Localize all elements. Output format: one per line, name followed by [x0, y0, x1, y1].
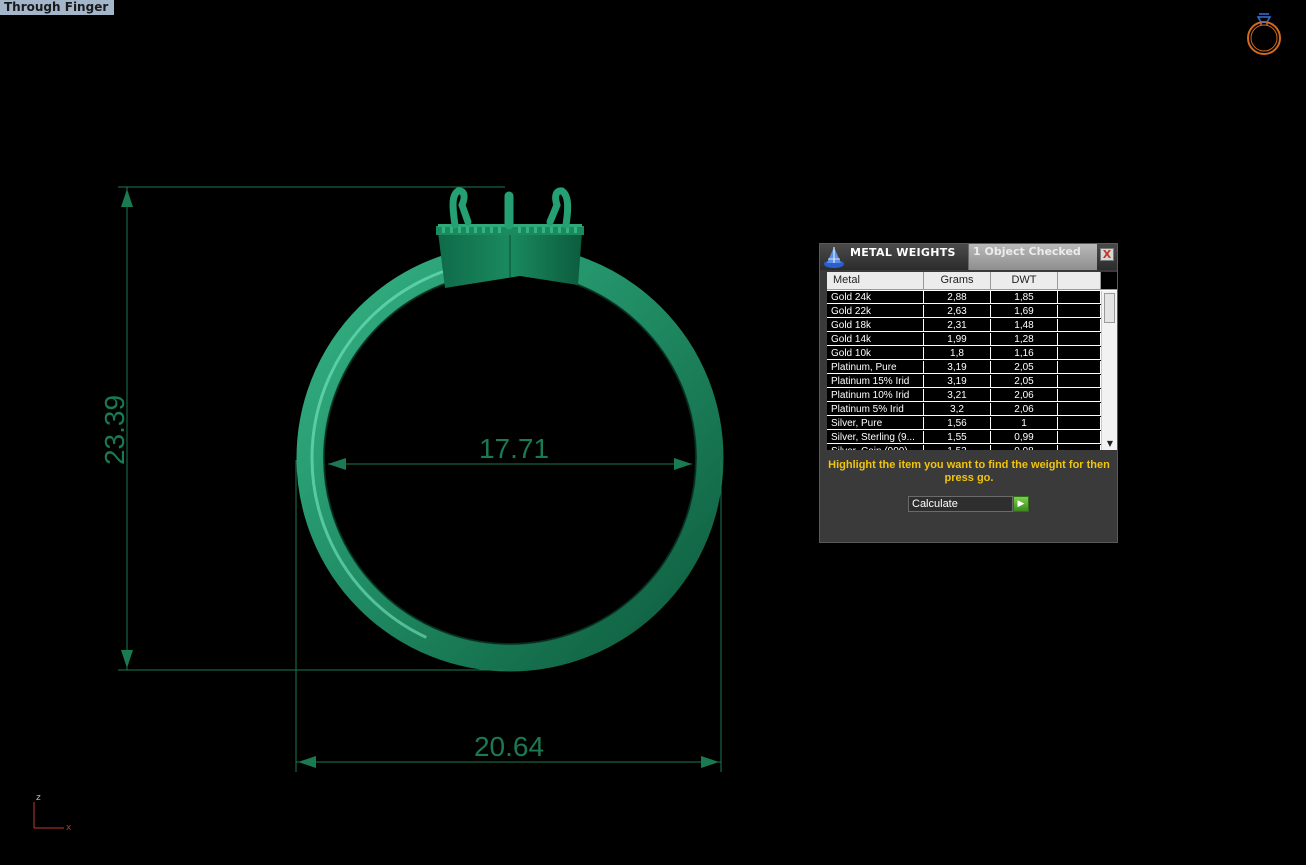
cell-grams: 1,53 — [924, 445, 991, 450]
table-scrollbar[interactable]: ▼ — [1101, 291, 1117, 450]
cell-empty — [1058, 403, 1101, 416]
cell-empty — [1058, 347, 1101, 360]
cell-dwt: 2,05 — [991, 375, 1058, 388]
table-row[interactable]: Silver, Sterling (9... 1,55 0,99 — [827, 431, 1101, 445]
cell-metal: Platinum 15% Irid — [827, 375, 924, 388]
table-row[interactable]: Platinum 5% Irid 3,2 2,06 — [827, 403, 1101, 417]
column-header-metal[interactable]: Metal — [827, 272, 924, 289]
table-row[interactable]: Silver, Pure 1,56 1 — [827, 417, 1101, 431]
cell-empty — [1058, 361, 1101, 374]
cell-grams: 3,19 — [924, 375, 991, 388]
cell-metal: Silver, Sterling (9... — [827, 431, 924, 444]
cell-grams: 1,99 — [924, 333, 991, 346]
cell-grams: 3,21 — [924, 389, 991, 402]
cell-metal: Gold 14k — [827, 333, 924, 346]
cell-metal: Platinum 10% Irid — [827, 389, 924, 402]
metal-weights-table[interactable]: Metal Grams DWT Gold 24k 2,88 1,85 Gold 22k… — [827, 272, 1117, 450]
cell-dwt: 1,16 — [991, 347, 1058, 360]
column-header-dwt[interactable]: DWT — [991, 272, 1058, 289]
cell-grams: 1,56 — [924, 417, 991, 430]
go-button[interactable]: ▶ — [1013, 496, 1029, 512]
outer-width-dimension — [295, 460, 722, 772]
outer-width-dimension-label: 20.64 — [474, 731, 544, 762]
ring-prongs[interactable] — [449, 187, 572, 230]
cell-dwt: 2,06 — [991, 403, 1058, 416]
table-row[interactable]: Platinum 15% Irid 3,19 2,05 — [827, 375, 1101, 389]
cell-empty — [1058, 389, 1101, 402]
scrollbar-thumb[interactable] — [1104, 293, 1115, 323]
metal-weights-panel: METAL WEIGHTS 1 Object Checked X Metal G… — [819, 243, 1118, 543]
cell-grams: 2,88 — [924, 291, 991, 304]
ring-icon[interactable] — [1243, 8, 1285, 58]
axis-x-label: x — [66, 823, 72, 833]
table-row[interactable]: Platinum 10% Irid 3,21 2,06 — [827, 389, 1101, 403]
cell-empty — [1058, 305, 1101, 318]
cell-empty — [1058, 375, 1101, 388]
scroll-down-arrow-icon[interactable]: ▼ — [1105, 439, 1115, 449]
height-dimension-label: 23.39 — [99, 395, 130, 465]
cell-metal: Silver, Coin (900) — [827, 445, 924, 450]
cell-empty — [1058, 291, 1101, 304]
cell-grams: 1,8 — [924, 347, 991, 360]
table-row[interactable]: Gold 14k 1,99 1,28 — [827, 333, 1101, 347]
table-row[interactable]: Gold 22k 2,63 1,69 — [827, 305, 1101, 319]
cell-dwt: 1 — [991, 417, 1058, 430]
table-row[interactable]: Silver, Coin (900)1,530,98 — [827, 445, 1101, 450]
cell-grams: 3,19 — [924, 361, 991, 374]
cell-metal: Gold 18k — [827, 319, 924, 332]
cell-empty — [1058, 319, 1101, 332]
axis-z-label: z — [36, 793, 41, 803]
cell-metal: Gold 10k — [827, 347, 924, 360]
column-header-empty[interactable] — [1058, 272, 1101, 289]
cell-dwt: 2,05 — [991, 361, 1058, 374]
calculate-dropdown[interactable]: Calculate — [908, 496, 1013, 512]
cell-metal: Platinum 5% Irid — [827, 403, 924, 416]
cell-metal: Gold 24k — [827, 291, 924, 304]
instructions-text: Highlight the item you want to find the … — [828, 459, 1110, 484]
cell-metal: Silver, Pure — [827, 417, 924, 430]
table-header-corner — [1101, 272, 1117, 289]
panel-status-text: 1 Object Checked — [968, 244, 1097, 270]
panel-title: METAL WEIGHTS — [850, 246, 956, 259]
cell-dwt: 0,98 — [991, 445, 1058, 450]
inner-width-dimension-label: 17.71 — [479, 433, 549, 464]
table-header: Metal Grams DWT — [827, 272, 1117, 290]
cell-dwt: 1,48 — [991, 319, 1058, 332]
cell-dwt: 2,06 — [991, 389, 1058, 402]
cell-grams: 2,63 — [924, 305, 991, 318]
cell-empty — [1058, 445, 1101, 450]
column-header-grams[interactable]: Grams — [924, 272, 991, 289]
cell-empty — [1058, 333, 1101, 346]
cell-grams: 3,2 — [924, 403, 991, 416]
table-rows: Gold 24k 2,88 1,85 Gold 22k 2,63 1,69 Gold 18k… — [827, 291, 1101, 450]
table-row[interactable]: Gold 10k 1,8 1,16 — [827, 347, 1101, 361]
cell-dwt: 1,28 — [991, 333, 1058, 346]
close-button[interactable]: X — [1100, 248, 1114, 261]
cell-grams: 2,31 — [924, 319, 991, 332]
cell-dwt: 0,99 — [991, 431, 1058, 444]
cell-dwt: 1,69 — [991, 305, 1058, 318]
cell-empty — [1058, 431, 1101, 444]
table-row[interactable]: Gold 24k 2,88 1,85 — [827, 291, 1101, 305]
ring-head[interactable] — [436, 224, 584, 288]
panel-title-bar[interactable]: METAL WEIGHTS 1 Object Checked X — [820, 244, 1117, 270]
cell-dwt: 1,85 — [991, 291, 1058, 304]
cell-empty — [1058, 417, 1101, 430]
cell-grams: 1,55 — [924, 431, 991, 444]
cell-metal: Gold 22k — [827, 305, 924, 318]
axis-gizmo-icon: z x — [33, 793, 72, 833]
cell-metal: Platinum, Pure — [827, 361, 924, 374]
metal-weights-logo-icon — [824, 247, 844, 268]
table-row[interactable]: Platinum, Pure 3,19 2,05 — [827, 361, 1101, 375]
table-row[interactable]: Gold 18k 2,31 1,48 — [827, 319, 1101, 333]
